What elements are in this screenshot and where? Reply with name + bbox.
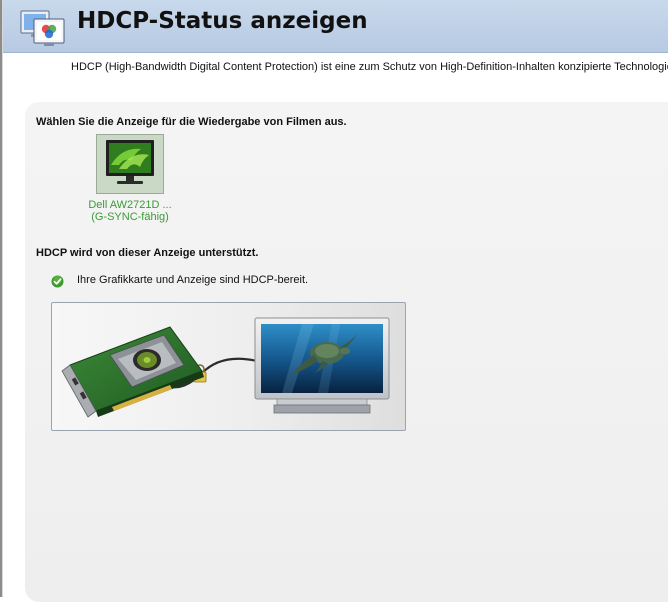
- graphics-card-icon: [61, 326, 204, 418]
- hdcp-status-text: Ihre Grafikkarte und Anzeige sind HDCP-b…: [77, 274, 309, 286]
- window-left-border-inner: [2, 0, 3, 597]
- page-description: HDCP (High-Bandwidth Digital Content Pro…: [71, 61, 668, 73]
- page-title: HDCP-Status anzeigen: [77, 8, 368, 34]
- display-tile-dell-aw2721d[interactable]: [96, 134, 164, 194]
- display-settings-icon: [19, 8, 67, 48]
- display-name-label[interactable]: Dell AW2721D ...: [80, 199, 180, 211]
- display-gsync-label[interactable]: (G-SYNC-fähig): [80, 211, 180, 223]
- hdtv-icon: [254, 317, 390, 414]
- hdcp-illustration: [51, 302, 406, 431]
- nvidia-monitor-icon: [97, 135, 163, 193]
- display-selection-heading: Wählen Sie die Anzeige für die Wiedergab…: [36, 116, 347, 128]
- green-check-icon: [51, 275, 64, 288]
- page-header: HDCP-Status anzeigen: [3, 0, 668, 53]
- hdcp-support-heading: HDCP wird von dieser Anzeige unterstützt…: [36, 247, 259, 259]
